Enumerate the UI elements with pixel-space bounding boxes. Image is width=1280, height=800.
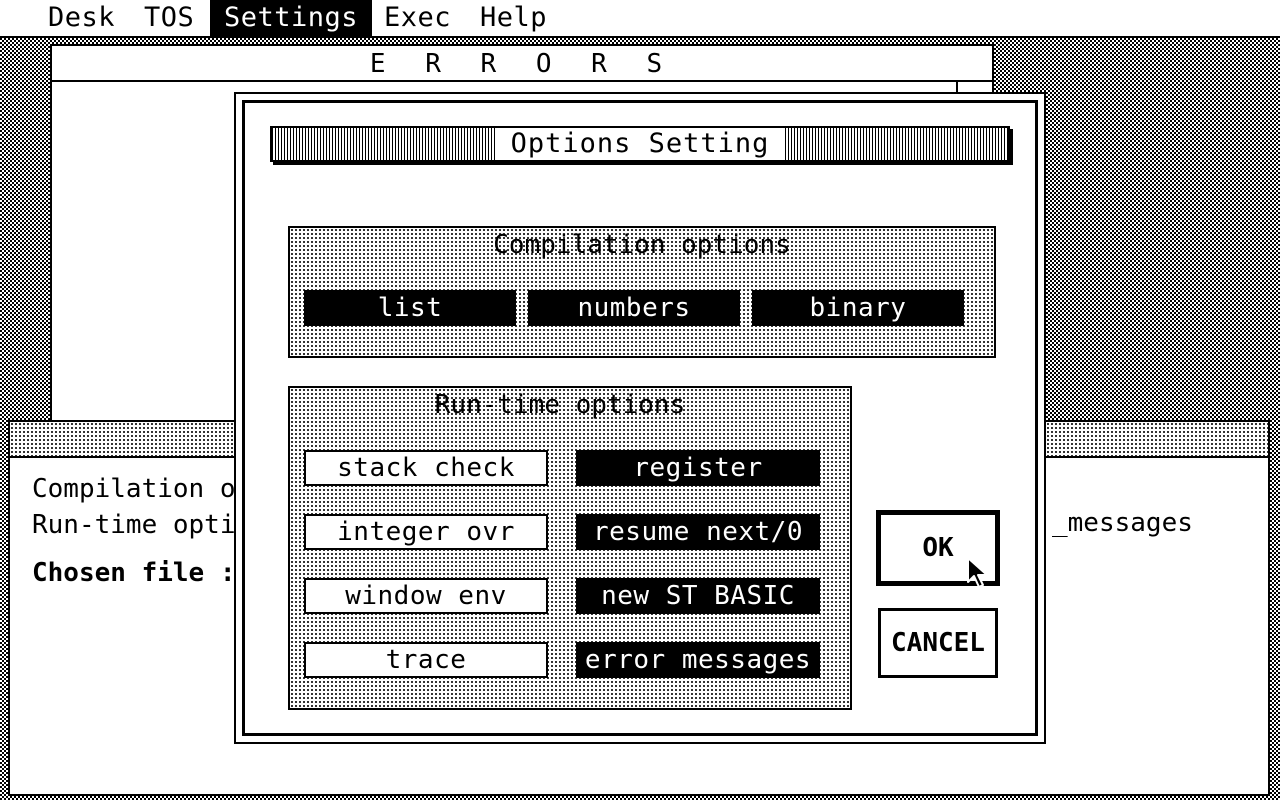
option-binary[interactable]: binary: [752, 290, 964, 326]
option-new-st-basic[interactable]: new ST BASIC: [576, 578, 820, 614]
option-numbers[interactable]: numbers: [528, 290, 740, 326]
runtime-options-summary: Run-time opti: [32, 510, 236, 540]
menu-exec[interactable]: Exec: [370, 0, 465, 36]
option-error-messages[interactable]: error messages: [576, 642, 820, 678]
runtime-options-label: Run-time options: [434, 390, 686, 420]
compilation-options-label: Compilation options: [493, 230, 791, 260]
compilation-options-summary: Compilation o: [32, 474, 236, 504]
compilation-options-group: Compilation options list numbers binary: [288, 226, 996, 358]
menu-desk[interactable]: Desk: [34, 0, 129, 36]
menu-help[interactable]: Help: [466, 0, 561, 36]
options-dialog: Options Setting Compilation options list…: [234, 92, 1046, 744]
option-list[interactable]: list: [304, 290, 516, 326]
menu-bar: Desk TOS Settings Exec Help: [0, 0, 1280, 38]
chosen-file-label: Chosen file :: [32, 558, 236, 588]
dialog-title-bar: Options Setting: [270, 126, 1010, 162]
option-resume-next[interactable]: resume next/0: [576, 514, 820, 550]
arrow-cursor-icon: [967, 557, 988, 588]
dialog-title: Options Setting: [496, 128, 784, 160]
option-integer-ovr[interactable]: integer ovr: [304, 514, 548, 550]
menu-tos[interactable]: TOS: [130, 0, 208, 36]
errors-window-title[interactable]: E R R O R S: [52, 46, 992, 82]
option-window-env[interactable]: window env: [304, 578, 548, 614]
option-trace[interactable]: trace: [304, 642, 548, 678]
runtime-options-group: Run-time options stack check integer ovr…: [288, 386, 852, 710]
runtime-options-summary-tail: _messages: [1052, 508, 1193, 538]
option-register[interactable]: register: [576, 450, 820, 486]
option-stack-check[interactable]: stack check: [304, 450, 548, 486]
cancel-button[interactable]: CANCEL: [878, 608, 998, 678]
menu-settings[interactable]: Settings: [210, 0, 373, 36]
